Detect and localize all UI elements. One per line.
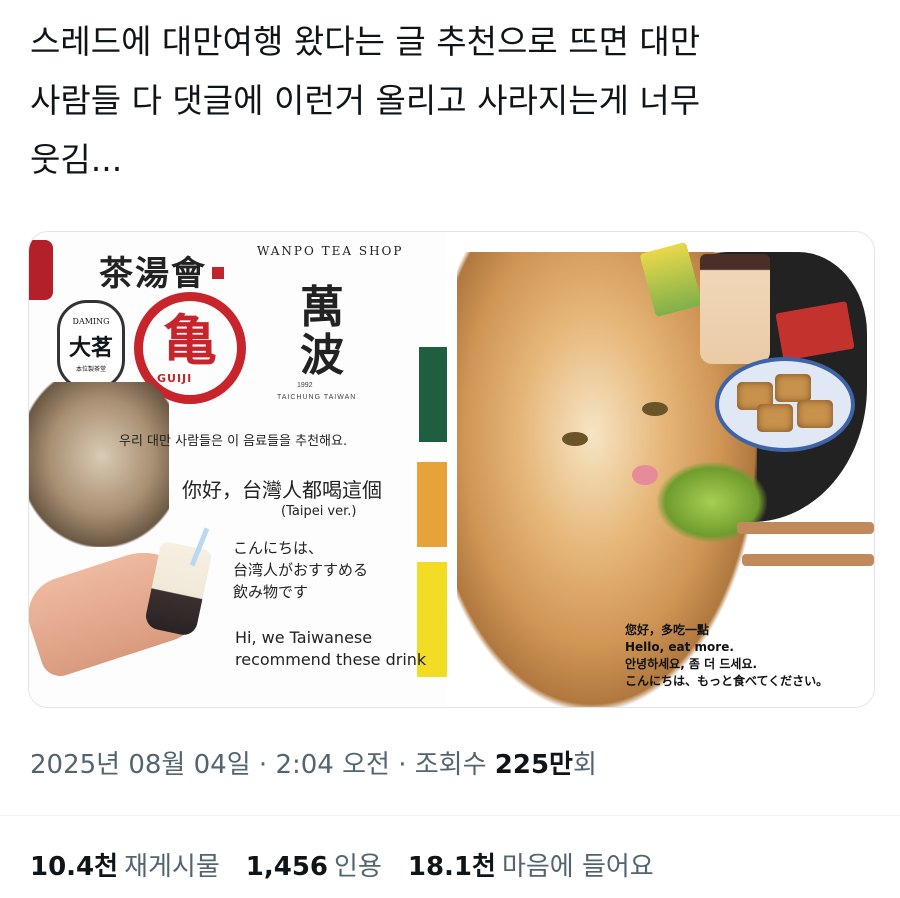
brand-wanpo-arc: WANPO TEA SHOP — [257, 244, 404, 258]
brand-strip-orange — [417, 462, 447, 547]
reposts-count: 10.4천 — [30, 852, 119, 882]
brand-wanpo-name: 萬波 — [300, 282, 344, 381]
tofu-icon — [775, 374, 811, 402]
caption-korean: 우리 대만 사람들은 이 음료들을 추천해요. — [119, 434, 348, 449]
post-time[interactable]: 2:04 오전 — [275, 750, 390, 780]
divider — [0, 815, 900, 816]
separator-dot: · — [389, 750, 415, 780]
caption-chinese: 你好，台灣人都喝這個 — [182, 478, 382, 502]
brand-daming-name: 大茗 — [68, 335, 113, 361]
quotes-stat[interactable]: 1,456 인용 — [246, 846, 382, 883]
brand-seal-icon — [212, 267, 224, 279]
post-meta: 2025년 08월 04일 · 2:04 오전 · 조회수 225만회 — [30, 744, 597, 781]
guiji-mark-icon: 亀 — [163, 309, 217, 372]
chopstick-icon — [742, 554, 874, 566]
views-count: 225만 — [494, 750, 573, 780]
media-grid: 茶湯會 DAMING 大茗 本位製茶堂 亀 GUIJI WANPO TEA SH… — [28, 231, 875, 708]
milk-tea-cup-icon — [700, 254, 770, 364]
post-text: 스레드에 대만여행 왔다는 글 추천으로 뜨면 대만 사람들 다 댓글에 이런거… — [30, 22, 701, 179]
cat-eye-right-icon — [642, 402, 668, 416]
quotes-count: 1,456 — [245, 852, 329, 882]
caption-japanese: こんにちは、 台湾人がおすすめる 飲み物です — [233, 539, 369, 601]
separator-dot: · — [250, 750, 276, 780]
cat-eye-left-icon — [562, 432, 588, 446]
cat-illustration-left — [29, 382, 169, 547]
caption-taipei-version: (Taipei ver.) — [281, 504, 357, 519]
tofu-icon — [797, 400, 833, 428]
post-date[interactable]: 2025년 08월 04일 — [30, 750, 251, 780]
views-label: 조회수 — [414, 750, 495, 780]
reposts-stat[interactable]: 10.4천 재게시물 — [30, 846, 220, 883]
media-image-cat-food[interactable]: 您好，多吃一點 Hello, eat more. 안녕하세요, 좀 더 드세요.… — [457, 232, 874, 707]
likes-label: 마음에 들어요 — [501, 852, 654, 882]
brand-strip-green — [419, 347, 447, 442]
brand-chayutang: 茶湯會 — [99, 254, 207, 294]
brand-wanpo-city: TAICHUNG TAIWAN — [277, 394, 357, 401]
views-unit: 회 — [572, 750, 597, 780]
brand-wanpo-year: 1992 — [297, 382, 313, 389]
tofu-icon — [757, 404, 793, 432]
reposts-label: 재게시물 — [124, 852, 220, 882]
likes-count: 18.1천 — [407, 852, 496, 882]
quotes-label: 인용 — [334, 852, 382, 882]
caption-multilingual: 您好，多吃一點 Hello, eat more. 안녕하세요, 좀 더 드세요.… — [625, 623, 829, 688]
chopstick-icon — [737, 522, 874, 534]
cat-tongue-icon — [632, 465, 658, 485]
likes-stat[interactable]: 18.1천 마음에 들어요 — [408, 846, 654, 883]
brand-tab-red — [29, 240, 53, 300]
caption-english: Hi, we Taiwanese recommend these drink — [235, 628, 427, 669]
brand-daming-sub: 本位製茶堂 — [75, 366, 106, 373]
brand-daming-small: DAMING — [72, 317, 110, 326]
brand-daming-logo: DAMING 大茗 本位製茶堂 — [57, 300, 125, 390]
media-image-drinks[interactable]: 茶湯會 DAMING 大茗 本位製茶堂 亀 GUIJI WANPO TEA SH… — [29, 232, 447, 707]
engagement-stats: 10.4천 재게시물 1,456 인용 18.1천 마음에 들어요 — [30, 846, 680, 883]
